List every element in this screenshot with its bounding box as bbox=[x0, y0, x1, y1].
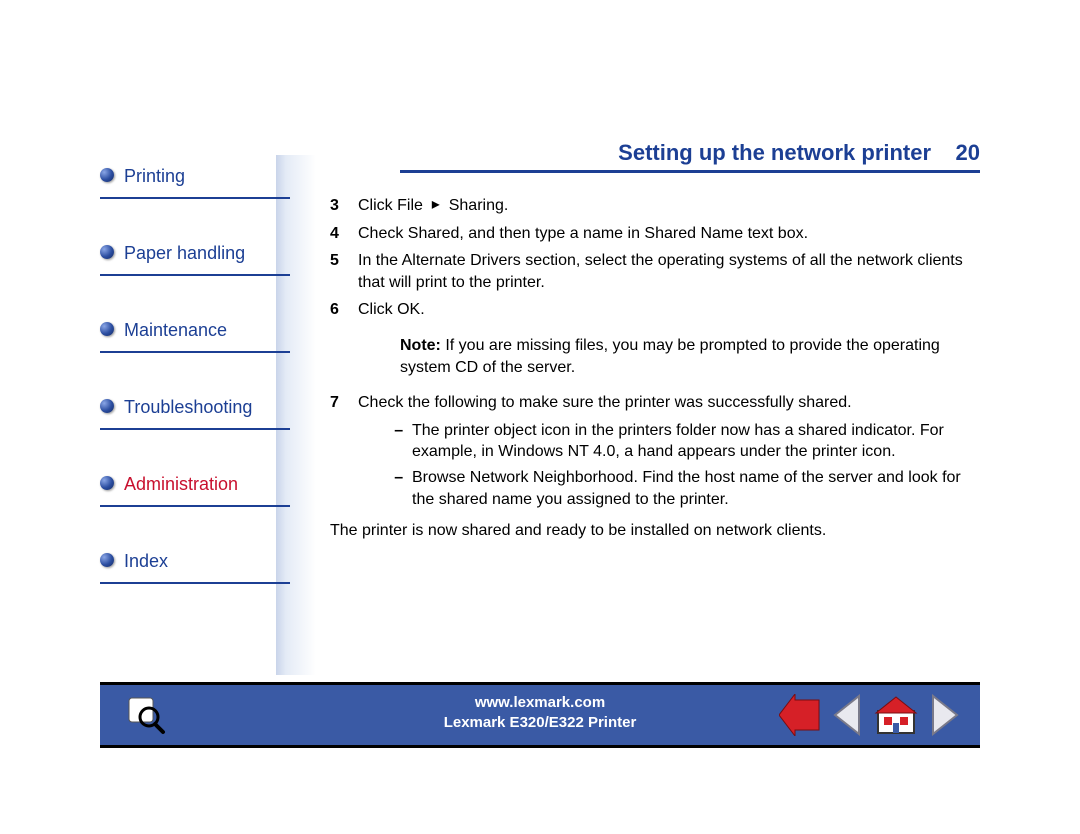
step-number: 6 bbox=[330, 299, 339, 321]
step-text: Click OK. bbox=[358, 301, 425, 318]
sublist-item: The printer object icon in the printers … bbox=[412, 420, 980, 463]
note-label: Note: bbox=[400, 337, 441, 354]
bullet-icon bbox=[100, 476, 114, 490]
step-number: 5 bbox=[330, 250, 339, 272]
sidebar-item-paper-handling[interactable]: Paper handling bbox=[100, 237, 290, 276]
closing-text: The printer is now shared and ready to b… bbox=[330, 520, 980, 542]
footer-bar: www.lexmark.com Lexmark E320/E322 Printe… bbox=[100, 682, 980, 748]
step-text: In the Alternate Drivers section, select… bbox=[358, 252, 963, 291]
main-content: 3 Click File ▸ Sharing. 4 Check Shared, … bbox=[330, 195, 980, 558]
bullet-icon bbox=[100, 553, 114, 567]
sidebar-item-maintenance[interactable]: Maintenance bbox=[100, 314, 290, 353]
step-3: 3 Click File ▸ Sharing. bbox=[330, 195, 980, 217]
step-7-sublist: The printer object icon in the printers … bbox=[372, 420, 980, 510]
page-title: Setting up the network printer bbox=[618, 140, 931, 165]
page-header: Setting up the network printer 20 bbox=[400, 140, 980, 173]
page-number: 20 bbox=[956, 140, 980, 165]
sidebar-item-label: Administration bbox=[124, 474, 238, 494]
prev-page-button[interactable] bbox=[826, 693, 870, 737]
triangle-right-icon: ▸ bbox=[427, 194, 444, 216]
note: Note: If you are missing files, you may … bbox=[400, 335, 980, 378]
home-button[interactable] bbox=[874, 693, 918, 737]
step-text: Check Shared, and then type a name in Sh… bbox=[358, 225, 808, 242]
step-text-pre: Click File bbox=[358, 197, 423, 214]
step-6: 6 Click OK. bbox=[330, 299, 980, 321]
sublist-item: Browse Network Neighborhood. Find the ho… bbox=[412, 467, 980, 510]
sidebar-item-label: Troubleshooting bbox=[124, 397, 252, 417]
sidebar-item-troubleshooting[interactable]: Troubleshooting bbox=[100, 391, 290, 430]
step-4: 4 Check Shared, and then type a name in … bbox=[330, 223, 980, 245]
note-text: If you are missing files, you may be pro… bbox=[400, 337, 940, 376]
bullet-icon bbox=[100, 322, 114, 336]
next-page-button[interactable] bbox=[922, 693, 966, 737]
bullet-icon bbox=[100, 168, 114, 182]
step-text-post: Sharing. bbox=[449, 197, 509, 214]
footer-nav bbox=[778, 693, 966, 737]
sidebar-item-label: Maintenance bbox=[124, 320, 227, 340]
step-5: 5 In the Alternate Drivers section, sele… bbox=[330, 250, 980, 293]
sidebar: Printing Paper handling Maintenance Trou… bbox=[100, 160, 290, 622]
back-button[interactable] bbox=[778, 693, 822, 737]
step-number: 3 bbox=[330, 195, 339, 217]
sidebar-item-administration[interactable]: Administration bbox=[100, 468, 290, 507]
sidebar-item-label: Printing bbox=[124, 166, 185, 186]
step-number: 4 bbox=[330, 223, 339, 245]
step-number: 7 bbox=[330, 392, 339, 414]
triangle-right-icon bbox=[929, 694, 959, 736]
sidebar-item-label: Paper handling bbox=[124, 243, 245, 263]
step-text: Check the following to make sure the pri… bbox=[358, 394, 852, 411]
sidebar-item-index[interactable]: Index bbox=[100, 545, 290, 584]
sidebar-item-printing[interactable]: Printing bbox=[100, 160, 290, 199]
sidebar-item-label: Index bbox=[124, 551, 168, 571]
bullet-icon bbox=[100, 399, 114, 413]
home-icon bbox=[874, 693, 918, 737]
bullet-icon bbox=[100, 245, 114, 259]
triangle-left-icon bbox=[833, 694, 863, 736]
step-7: 7 Check the following to make sure the p… bbox=[330, 392, 980, 414]
arrow-left-icon bbox=[779, 694, 821, 736]
